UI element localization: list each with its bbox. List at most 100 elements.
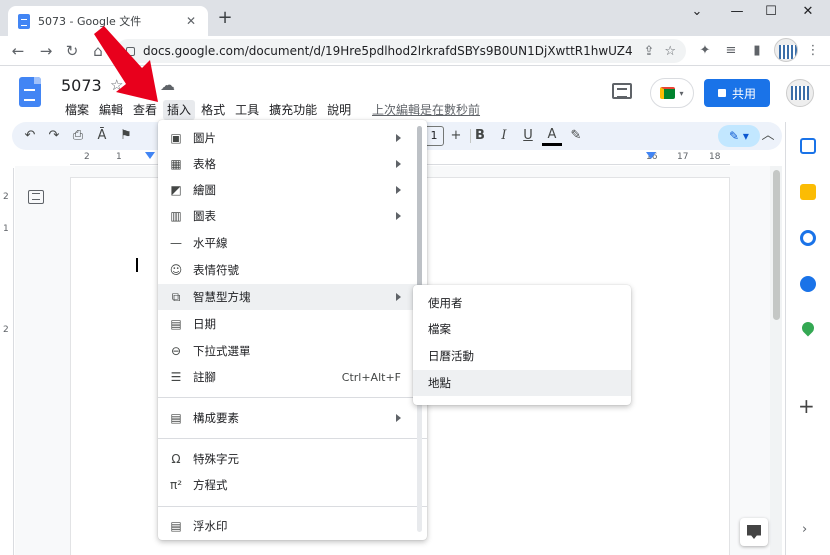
menu-divider [158, 506, 427, 507]
submenu-item-place[interactable]: 地點 [413, 370, 631, 396]
google-docs-logo[interactable] [19, 77, 41, 107]
new-tab-button[interactable]: + [216, 9, 234, 27]
submenu-item-people[interactable]: 使用者 [413, 290, 631, 316]
table-icon: ▦ [170, 157, 182, 171]
profile-avatar[interactable] [774, 38, 798, 62]
share-label: 共用 [731, 86, 756, 101]
menu-file[interactable]: 檔案 [61, 100, 93, 120]
font-size-input[interactable]: 1 [424, 126, 444, 146]
spellcheck-icon[interactable]: Ā [92, 126, 112, 146]
undo-icon[interactable]: ↶ [20, 126, 40, 146]
underline-button[interactable]: U [518, 126, 538, 146]
pi-icon: π² [169, 478, 183, 492]
extensions-puzzle-icon[interactable]: ✦ [696, 42, 714, 60]
calendar-icon[interactable] [800, 138, 816, 154]
smart-chips-submenu: 使用者 檔案 日曆活動 地點 [413, 285, 631, 405]
media-controls-icon[interactable]: ≡ [722, 42, 740, 60]
menu-item-dropdown[interactable]: ⊖ 下拉式選單 [158, 338, 427, 364]
menu-divider [158, 397, 427, 398]
google-docs-favicon-icon [18, 13, 30, 29]
get-add-ons-icon[interactable]: + [798, 394, 815, 418]
scrollbar-thumb[interactable] [773, 170, 780, 320]
side-panel-icon[interactable]: ▮ [748, 42, 766, 60]
keep-icon[interactable] [800, 184, 816, 200]
ruler-label: 2 [84, 152, 90, 162]
maps-icon[interactable] [799, 319, 817, 337]
menu-extensions[interactable]: 擴充功能 [265, 100, 321, 120]
collapse-menus-icon[interactable]: ︿ [758, 126, 778, 146]
submenu-item-file[interactable]: 檔案 [413, 316, 631, 342]
redo-icon[interactable]: ↷ [44, 126, 64, 146]
italic-button[interactable]: I [494, 126, 514, 146]
menu-item-equation[interactable]: π² 方程式 [158, 472, 427, 498]
document-outline-icon[interactable] [28, 190, 44, 204]
menu-item-special-characters[interactable]: Ω 特殊字元 [158, 446, 427, 472]
chart-icon: ▥ [170, 209, 182, 223]
menu-tools[interactable]: 工具 [231, 100, 263, 120]
meet-button[interactable]: ▾ [650, 78, 694, 108]
close-window-button[interactable]: ✕ [797, 4, 819, 22]
ruler-label: 2 [3, 325, 9, 335]
tasks-icon[interactable] [800, 230, 816, 246]
maximize-button[interactable]: ☐ [760, 4, 782, 22]
forward-button[interactable]: → [36, 41, 56, 61]
print-icon[interactable]: ⎙ [68, 126, 88, 146]
url-text[interactable]: docs.google.com/document/d/19Hre5pdlhod2… [143, 44, 633, 58]
address-bar[interactable]: docs.google.com/document/d/19Hre5pdlhod2… [116, 39, 686, 63]
increase-font-size-button[interactable]: + [446, 126, 466, 146]
contacts-icon[interactable] [800, 276, 816, 292]
menu-item-smart-chips[interactable]: ⧉ 智慧型方塊 [158, 284, 427, 310]
submenu-item-calendar-event[interactable]: 日曆活動 [413, 343, 631, 369]
menu-item-footnote[interactable]: ☰ 註腳 Ctrl+Alt+F [158, 364, 427, 390]
shortcut-hint: Ctrl+Alt+F [341, 370, 401, 384]
account-avatar[interactable] [786, 79, 814, 107]
ruler-label: 1 [116, 152, 122, 162]
menu-item-watermark[interactable]: ▤ 浮水印 [158, 513, 427, 539]
reload-button[interactable]: ↻ [62, 41, 82, 61]
editing-mode-button[interactable]: ✎ ▾ [718, 125, 760, 147]
meet-icon [660, 87, 676, 99]
minimize-button[interactable]: — [726, 4, 748, 22]
left-indent-marker[interactable] [145, 152, 155, 159]
browser-menu-icon[interactable]: ⋮ [804, 42, 822, 60]
footnote-icon: ☰ [170, 370, 182, 384]
smart-chip-icon: ⧉ [171, 290, 181, 304]
share-page-icon[interactable]: ⇪ [643, 44, 654, 59]
share-button[interactable]: 共用 [704, 79, 770, 107]
submenu-arrow-icon [396, 186, 401, 194]
menu-item-horizontal-line[interactable]: — 水平線 [158, 230, 427, 256]
last-edit-link[interactable]: 上次編輯是在數秒前 [372, 100, 480, 120]
menu-item-chart[interactable]: ▥ 圖表 [158, 203, 427, 229]
bookmark-star-icon[interactable]: ☆ [664, 44, 676, 59]
insert-menu: ▣ 圖片 ▦ 表格 ◩ 繪圖 ▥ 圖表 — 水平線 ☺ 表情符號 ⧉ 智慧型方塊… [158, 120, 427, 540]
back-button[interactable]: ← [8, 41, 28, 61]
tab-close-icon[interactable]: ✕ [184, 14, 198, 28]
comment-history-icon[interactable] [612, 83, 632, 99]
menu-item-image[interactable]: ▣ 圖片 [158, 125, 427, 151]
menu-item-building-blocks[interactable]: ▤ 構成要素 [158, 405, 427, 431]
tab-search-icon[interactable]: ⌄ [686, 4, 708, 22]
ruler-label: 18 [709, 152, 721, 162]
right-indent-marker[interactable] [646, 152, 656, 159]
chevron-down-icon: ▾ [679, 88, 684, 98]
document-scrollbar[interactable] [770, 166, 782, 555]
ruler-label: 17 [677, 152, 689, 162]
horizontal-line-icon: — [170, 236, 182, 250]
text-color-button[interactable]: A [542, 126, 562, 146]
menu-divider [158, 438, 427, 439]
explore-icon[interactable] [740, 518, 768, 546]
paint-format-icon[interactable]: ⚑ [116, 126, 136, 146]
vertical-ruler: 2 1 2 [0, 168, 14, 555]
highlight-color-icon[interactable]: ✎ [566, 126, 586, 146]
menu-item-table[interactable]: ▦ 表格 [158, 151, 427, 177]
menu-item-date[interactable]: ▤ 日期 [158, 311, 427, 337]
menu-help[interactable]: 說明 [323, 100, 355, 120]
menu-format[interactable]: 格式 [197, 100, 229, 120]
chevron-right-icon[interactable]: › [802, 522, 807, 537]
menu-item-drawing[interactable]: ◩ 繪圖 [158, 177, 427, 203]
menu-item-emoji[interactable]: ☺ 表情符號 [158, 257, 427, 283]
bold-button[interactable]: B [470, 126, 490, 146]
drawing-icon: ◩ [170, 183, 182, 197]
side-panel: + › [785, 122, 830, 555]
calendar-icon: ▤ [170, 317, 182, 331]
